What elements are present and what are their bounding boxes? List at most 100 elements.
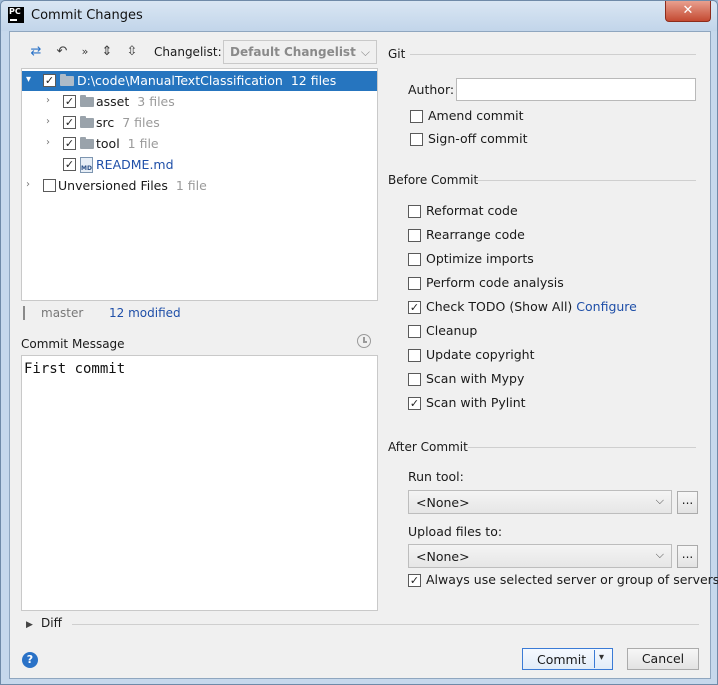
rearrange-code-label[interactable]: Rearrange code — [426, 227, 525, 242]
reformat-code-checkbox[interactable] — [408, 205, 421, 218]
rearrange-code-checkbox[interactable] — [408, 229, 421, 242]
run-tool-dropdown[interactable]: <None> ⌵ — [408, 490, 672, 514]
chevron-right-icon[interactable]: › — [46, 116, 56, 127]
folder-icon — [80, 137, 94, 149]
tree-row-tool[interactable]: › ✓ tool 1 file — [22, 134, 377, 154]
scan-mypy-label[interactable]: Scan with Mypy — [426, 371, 524, 386]
commit-changes-window: PC Commit Changes ✕ ⇄ ↶ » ⇕ ⇳ Changelist… — [0, 0, 718, 685]
perform-code-analysis-checkbox[interactable] — [408, 277, 421, 290]
perform-code-analysis-label[interactable]: Perform code analysis — [426, 275, 564, 290]
optimize-imports-checkbox[interactable] — [408, 253, 421, 266]
show-diff-icon[interactable]: ⇄ — [28, 44, 44, 60]
window-title: Commit Changes — [31, 8, 143, 23]
run-tool-label: Run tool: — [408, 469, 464, 484]
dialog-content: ⇄ ↶ » ⇕ ⇳ Changelist: Default Changelist… — [9, 31, 718, 679]
upload-files-label: Upload files to: — [408, 524, 503, 539]
signoff-commit-label[interactable]: Sign-off commit — [428, 131, 528, 146]
checkbox-unversioned[interactable] — [43, 179, 56, 192]
chevron-down-icon[interactable]: ▾ — [599, 652, 604, 663]
folder-icon — [80, 95, 94, 107]
upload-files-dropdown[interactable]: <None> ⌵ — [408, 544, 672, 568]
tree-row-asset[interactable]: › ✓ asset 3 files — [22, 92, 377, 112]
help-icon[interactable]: ? — [22, 652, 38, 668]
tree-row-readme[interactable]: ✓ MD README.md — [22, 155, 377, 175]
always-use-server-label[interactable]: Always use selected server or group of s… — [426, 572, 718, 587]
chevron-right-icon[interactable]: › — [46, 95, 56, 106]
checkbox-asset[interactable]: ✓ — [63, 95, 76, 108]
collapse-all-icon[interactable]: ⇳ — [124, 44, 140, 60]
scan-pylint-checkbox[interactable]: ✓ — [408, 397, 421, 410]
upload-files-value: <None> — [416, 549, 470, 564]
upload-browse-button[interactable]: ... — [677, 545, 698, 568]
signoff-commit-checkbox[interactable] — [410, 133, 423, 146]
expand-all-icon[interactable]: ⇕ — [99, 44, 115, 60]
src-label: src — [96, 115, 115, 130]
cleanup-label[interactable]: Cleanup — [426, 323, 477, 338]
tool-count: 1 file — [127, 136, 159, 151]
tree-row-src[interactable]: › ✓ src 7 files — [22, 113, 377, 133]
root-path: D:\code\ManualTextClassification — [77, 73, 283, 88]
check-todo-label[interactable]: Check TODO (Show All) — [426, 299, 572, 314]
checkbox-tool[interactable]: ✓ — [63, 137, 76, 150]
commit-message-input[interactable]: First commit — [21, 355, 378, 611]
title-bar: PC Commit Changes ✕ — [1, 1, 717, 31]
changelist-dropdown[interactable]: Default Changelist ⌵ — [223, 40, 377, 64]
branch-icon — [23, 306, 31, 320]
status-line: master 12 modified — [21, 304, 378, 324]
optimize-imports-label[interactable]: Optimize imports — [426, 251, 534, 266]
asset-label: asset — [96, 94, 130, 109]
scan-mypy-checkbox[interactable] — [408, 373, 421, 386]
src-count: 7 files — [122, 115, 160, 130]
history-clock-icon[interactable] — [357, 334, 371, 348]
check-todo-checkbox[interactable]: ✓ — [408, 301, 421, 314]
more-actions-icon[interactable]: » — [77, 44, 93, 60]
chevron-down-icon: ⌵ — [655, 548, 664, 561]
after-commit-title: After Commit — [388, 440, 468, 454]
folder-icon — [60, 74, 74, 86]
chevron-down-icon[interactable]: ▾ — [26, 74, 36, 85]
run-tool-browse-button[interactable]: ... — [677, 491, 698, 514]
commit-button[interactable]: Commit ▾ — [522, 648, 613, 670]
close-button[interactable]: ✕ — [665, 1, 711, 22]
update-copyright-checkbox[interactable] — [408, 349, 421, 362]
rollback-icon[interactable]: ↶ — [54, 44, 70, 60]
divider — [410, 54, 696, 55]
always-use-server-checkbox[interactable]: ✓ — [408, 574, 421, 587]
chevron-down-icon: ⌵ — [655, 494, 664, 507]
reformat-code-label[interactable]: Reformat code — [426, 203, 518, 218]
markdown-file-icon: MD — [80, 157, 93, 173]
checkbox-readme[interactable]: ✓ — [63, 158, 76, 171]
triangle-right-icon[interactable]: ▶ — [26, 620, 33, 630]
divider — [594, 650, 595, 668]
chevron-right-icon[interactable]: › — [26, 179, 36, 190]
branch-name: master — [41, 306, 84, 320]
cancel-button[interactable]: Cancel — [627, 648, 699, 670]
author-input[interactable] — [456, 78, 696, 101]
amend-commit-checkbox[interactable] — [410, 110, 423, 123]
amend-commit-label[interactable]: Amend commit — [428, 108, 524, 123]
git-group-title: Git — [388, 47, 406, 61]
unversioned-count: 1 file — [175, 178, 207, 193]
checkbox-src[interactable]: ✓ — [63, 116, 76, 129]
tool-label: tool — [96, 136, 120, 151]
changes-tree[interactable]: ▾ ✓ D:\code\ManualTextClassification 12 … — [21, 68, 378, 301]
modified-count[interactable]: 12 modified — [109, 306, 181, 320]
chevron-down-icon: ⌵ — [360, 45, 370, 59]
tree-row-unversioned[interactable]: › Unversioned Files 1 file — [22, 176, 377, 196]
configure-link[interactable]: Configure — [576, 299, 637, 314]
scan-pylint-label[interactable]: Scan with Pylint — [426, 395, 526, 410]
checkbox-root[interactable]: ✓ — [43, 74, 56, 87]
changelist-label: Changelist: — [154, 45, 222, 59]
commit-button-label: Commit — [537, 652, 587, 667]
chevron-right-icon[interactable]: › — [46, 137, 56, 148]
commit-message-label: Commit Message — [21, 337, 125, 351]
update-copyright-label[interactable]: Update copyright — [426, 347, 534, 362]
readme-label: README.md — [96, 157, 174, 172]
asset-count: 3 files — [137, 94, 175, 109]
tree-row-root[interactable]: ▾ ✓ D:\code\ManualTextClassification 12 … — [22, 71, 377, 91]
divider — [72, 624, 699, 625]
diff-toggle[interactable]: Diff — [41, 616, 62, 630]
cleanup-checkbox[interactable] — [408, 325, 421, 338]
unversioned-label: Unversioned Files — [58, 178, 168, 193]
pycharm-app-icon: PC — [8, 7, 24, 23]
